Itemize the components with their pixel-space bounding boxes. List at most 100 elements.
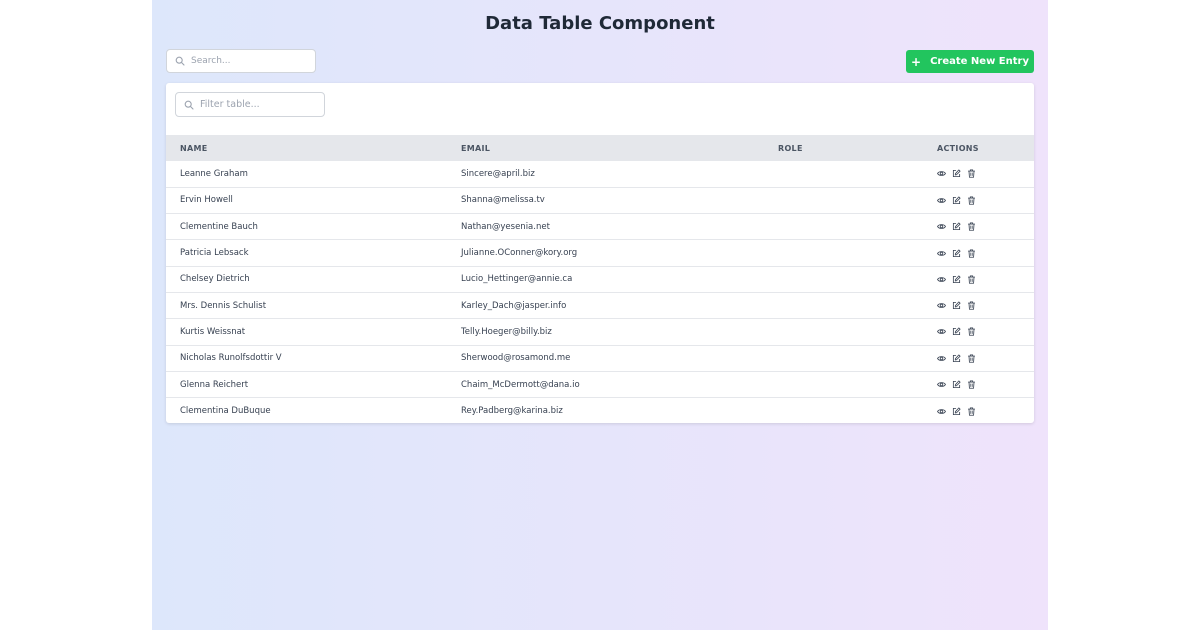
cell-actions: [923, 292, 1034, 318]
delete-icon[interactable]: [967, 196, 976, 205]
cell-role: [764, 161, 923, 187]
search-bar[interactable]: [166, 49, 316, 73]
cell-name: Kurtis Weissnat: [180, 326, 246, 337]
cell-name: Patricia Lebsack: [180, 248, 249, 259]
edit-icon[interactable]: [952, 222, 961, 231]
table-body: Leanne Graham Sincere@april.biz Ervin Howe…: [166, 161, 1034, 424]
cell-role: [764, 292, 923, 318]
delete-icon[interactable]: [967, 327, 976, 337]
table-row[interactable]: Clementine Bauch Nathan@yesenia.net: [166, 213, 1034, 240]
table-row[interactable]: Nicholas Runolfsdottir V Sherwood@rosamon…: [166, 345, 1034, 371]
cell-actions: [923, 398, 1034, 424]
edit-icon[interactable]: [952, 301, 961, 310]
row-actions: [937, 222, 1034, 231]
delete-icon[interactable]: [967, 222, 976, 231]
row-actions: [937, 196, 1034, 205]
data-table: NAME EMAIL ROLE ACTIONS Leanne Graham Sin…: [166, 135, 1034, 424]
cell-email: Chaim_McDermott@dana.io: [461, 379, 580, 390]
cell-actions: [923, 371, 1034, 397]
delete-icon[interactable]: [967, 354, 976, 363]
cell-role: [764, 266, 923, 292]
cell-name: Clementine Bauch: [180, 221, 258, 232]
cell-name: Mrs. Dennis Schulist: [180, 300, 267, 311]
cell-email: Sincere@april.biz: [461, 168, 535, 179]
cell-name: Chelsey Dietrich: [180, 274, 250, 285]
table-row[interactable]: Leanne Graham Sincere@april.biz: [166, 161, 1034, 187]
view-icon[interactable]: [937, 222, 946, 231]
row-actions: [937, 169, 1034, 179]
data-table-card: NAME EMAIL ROLE ACTIONS Leanne Graham Sin…: [166, 83, 1034, 423]
column-header-name[interactable]: NAME: [166, 135, 447, 161]
cell-actions: [923, 214, 1034, 240]
view-icon[interactable]: [937, 407, 946, 416]
create-new-entry-label: Create New Entry: [930, 56, 1029, 67]
cell-name: Leanne Graham: [180, 168, 248, 179]
table-row[interactable]: Mrs. Dennis Schulist Karley_Dach@jasper.i…: [166, 292, 1034, 318]
view-icon[interactable]: [937, 301, 946, 310]
edit-icon[interactable]: [952, 354, 961, 363]
filter-input[interactable]: [200, 99, 320, 110]
column-header-email[interactable]: EMAIL: [447, 135, 764, 161]
table-header: NAME EMAIL ROLE ACTIONS: [166, 135, 1034, 161]
cell-name: Nicholas Runolfsdottir V: [180, 353, 282, 364]
delete-icon[interactable]: [967, 301, 976, 310]
cell-email: Karley_Dach@jasper.info: [461, 300, 567, 311]
column-header-actions: ACTIONS: [937, 143, 979, 153]
cell-name: Ervin Howell: [180, 195, 233, 206]
cell-role: [764, 187, 923, 213]
search-icon: [175, 56, 185, 66]
view-icon[interactable]: [937, 354, 946, 363]
row-actions: [937, 407, 1034, 416]
cell-role: [764, 345, 923, 371]
cell-email: Julianne.OConner@kory.org: [461, 248, 578, 259]
page-title: Data Table Component: [485, 13, 715, 34]
cell-actions: [923, 266, 1034, 292]
row-actions: [937, 249, 1034, 258]
cell-role: [764, 240, 923, 266]
view-icon[interactable]: [937, 196, 946, 205]
delete-icon[interactable]: [967, 249, 976, 258]
row-actions: [937, 327, 1034, 337]
edit-icon[interactable]: [952, 275, 961, 284]
view-icon[interactable]: [937, 275, 946, 284]
cell-email: Telly.Hoeger@billy.biz: [461, 326, 552, 337]
create-new-entry-button[interactable]: + Create New Entry: [906, 50, 1034, 73]
cell-actions: [923, 240, 1034, 266]
cell-name: Clementina DuBuque: [180, 406, 271, 417]
cell-email: Shanna@melissa.tv: [461, 195, 545, 206]
delete-icon[interactable]: [967, 407, 976, 416]
view-icon[interactable]: [937, 169, 946, 178]
edit-icon[interactable]: [952, 380, 961, 389]
table-row[interactable]: Chelsey Dietrich Lucio_Hettinger@annie.ca: [166, 266, 1034, 292]
table-row[interactable]: Ervin Howell Shanna@melissa.tv: [166, 187, 1034, 213]
table-row[interactable]: Kurtis Weissnat Telly.Hoeger@billy.biz: [166, 318, 1034, 345]
cell-role: [764, 398, 923, 424]
delete-icon[interactable]: [967, 380, 976, 389]
search-icon: [184, 100, 194, 110]
edit-icon[interactable]: [952, 196, 961, 205]
delete-icon[interactable]: [967, 275, 976, 284]
cell-role: [764, 371, 923, 397]
row-actions: [937, 301, 1034, 310]
cell-actions: [923, 187, 1034, 213]
edit-icon[interactable]: [952, 327, 961, 336]
delete-icon[interactable]: [967, 169, 976, 179]
filter-bar[interactable]: [175, 92, 325, 117]
search-input[interactable]: [191, 56, 311, 66]
row-actions: [937, 275, 1034, 284]
edit-icon[interactable]: [952, 169, 961, 178]
table-row[interactable]: Patricia Lebsack Julianne.OConner@kory.or…: [166, 239, 1034, 266]
column-header-role[interactable]: ROLE: [764, 135, 923, 161]
view-icon[interactable]: [937, 380, 946, 389]
table-row[interactable]: Clementina DuBuque Rey.Padberg@karina.biz: [166, 397, 1034, 424]
cell-actions: [923, 345, 1034, 371]
cell-email: Nathan@yesenia.net: [461, 221, 550, 232]
cell-actions: [923, 161, 1034, 187]
table-row[interactable]: Glenna Reichert Chaim_McDermott@dana.io: [166, 371, 1034, 397]
view-icon[interactable]: [937, 249, 946, 258]
plus-icon: +: [911, 54, 922, 69]
edit-icon[interactable]: [952, 407, 961, 416]
edit-icon[interactable]: [952, 249, 961, 258]
row-actions: [937, 354, 1034, 363]
view-icon[interactable]: [937, 327, 946, 336]
